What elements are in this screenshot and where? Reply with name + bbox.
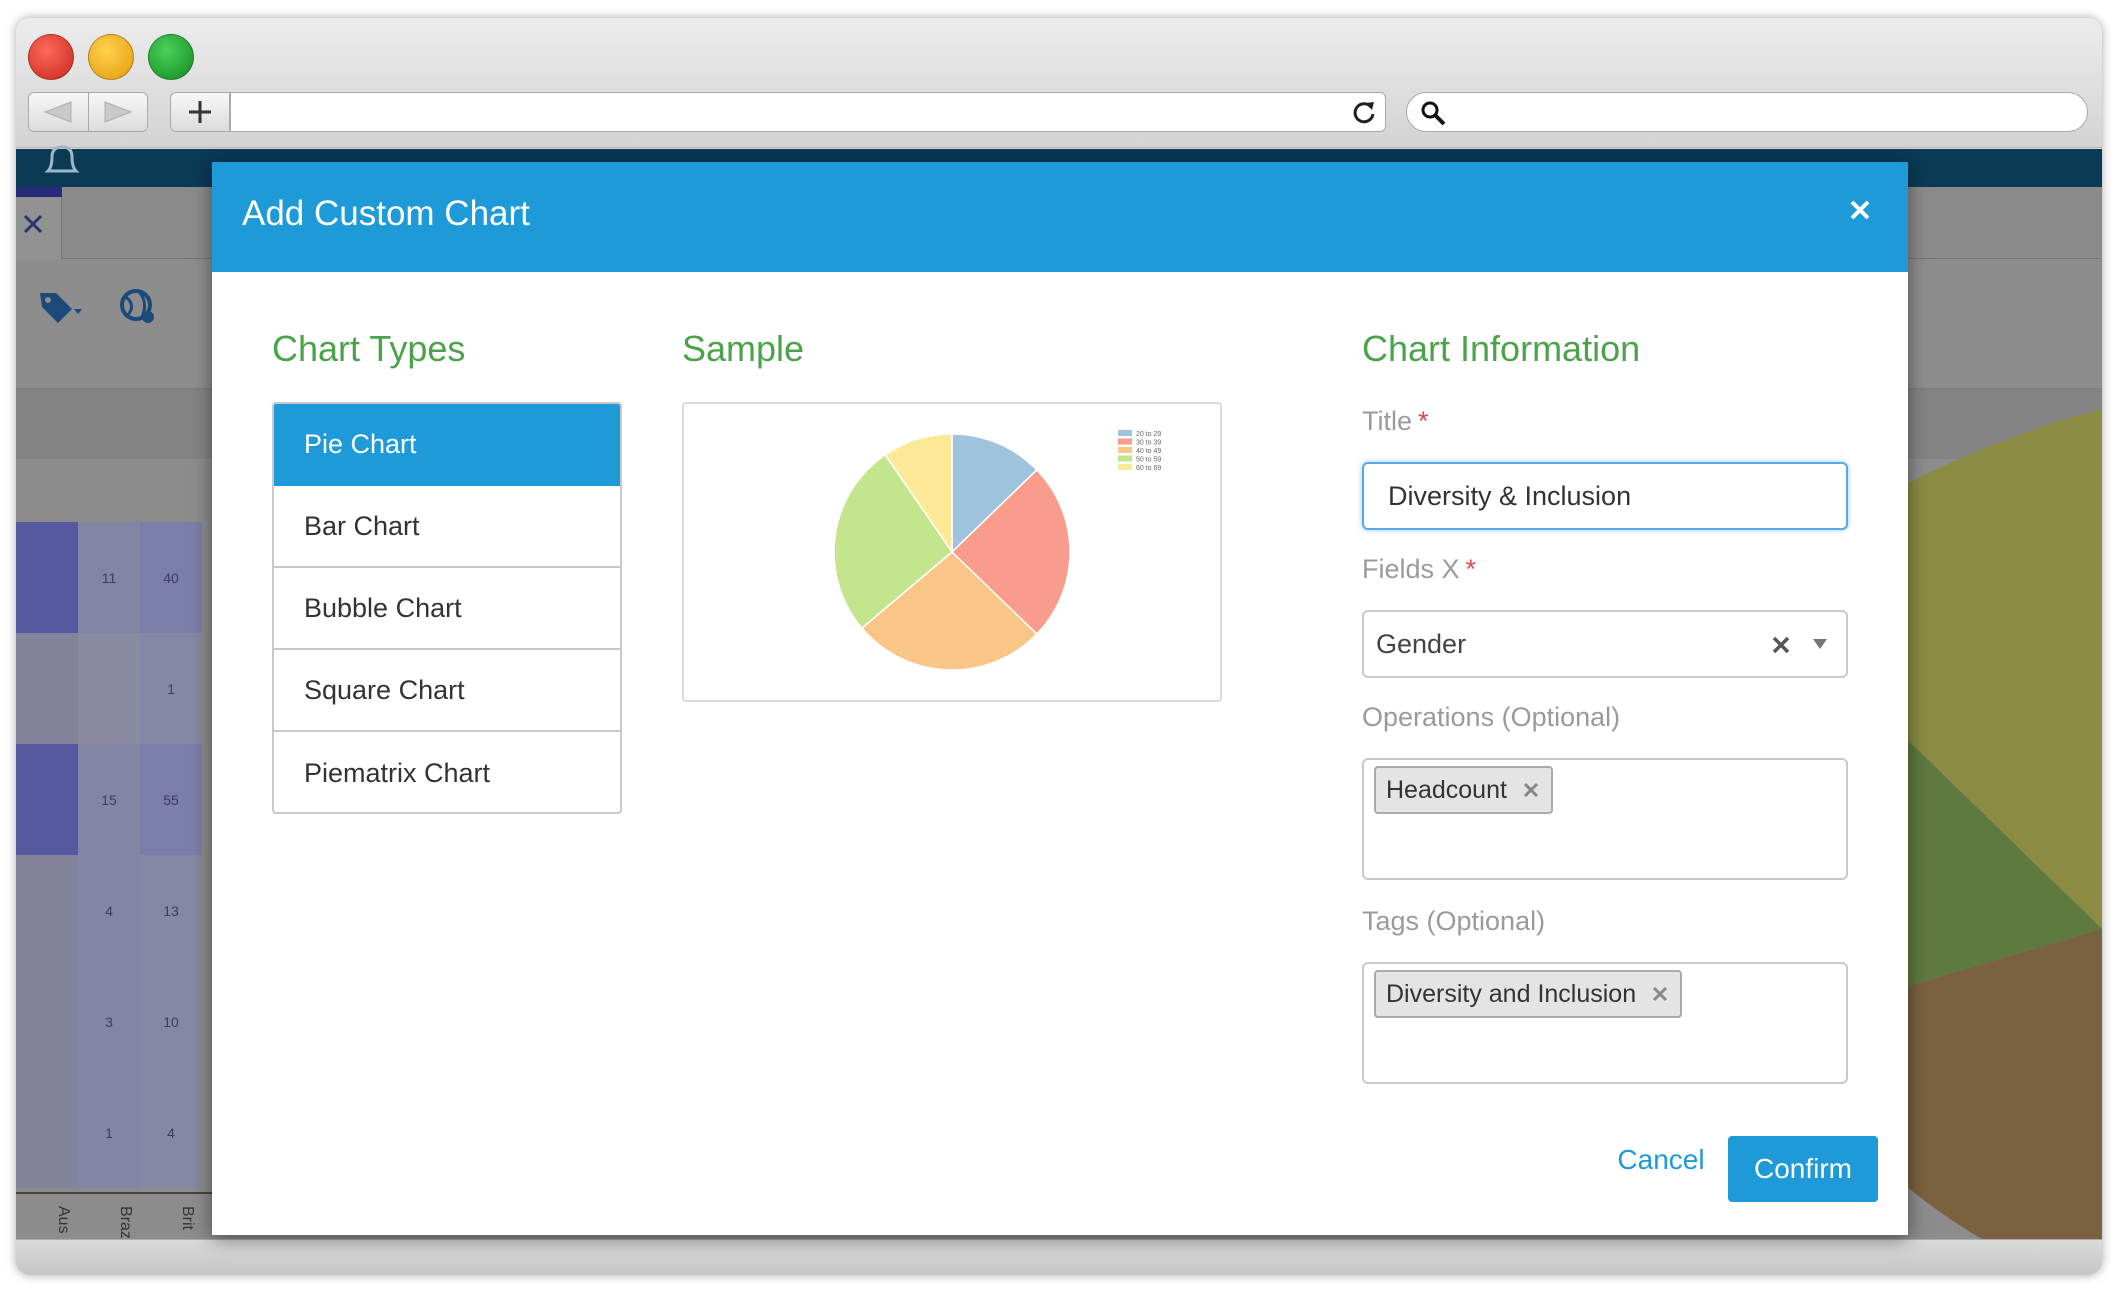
back-icon bbox=[43, 101, 72, 123]
window-maximize-icon[interactable] bbox=[148, 34, 194, 80]
heatmap-value: 1 bbox=[167, 680, 175, 697]
chart-types-heading: Chart Types bbox=[272, 328, 466, 369]
fields-x-selected-value: Gender bbox=[1376, 628, 1467, 659]
tags-label: Tags (Optional) bbox=[1362, 906, 1546, 936]
legend-label: 20 to 29 bbox=[1136, 431, 1161, 438]
app-tab[interactable] bbox=[16, 187, 62, 259]
required-marker: * bbox=[1465, 554, 1477, 584]
tag-chip: Diversity and Inclusion bbox=[1374, 970, 1683, 1018]
search-icon bbox=[1421, 101, 1446, 126]
chart-type-list: Pie Chart Bar Chart Bubble Chart Square Cha… bbox=[272, 402, 622, 814]
browser-status-bar bbox=[16, 1239, 2102, 1275]
sample-heading: Sample bbox=[682, 328, 805, 369]
add-custom-chart-modal: Add Custom Chart Chart Types Pie Chart Ba… bbox=[212, 162, 1908, 1235]
title-input[interactable] bbox=[1362, 462, 1848, 530]
back-button[interactable] bbox=[29, 93, 88, 131]
legend-label: 30 to 39 bbox=[1136, 440, 1161, 447]
legend-swatch bbox=[1118, 438, 1132, 445]
bell-icon[interactable] bbox=[40, 143, 84, 183]
sample-pie-chart: 20 to 29 30 to 3940 to 49 50 to 5960 to 69 bbox=[833, 430, 1161, 671]
chart-type-label: Square Chart bbox=[304, 674, 465, 705]
heatmap-cell bbox=[78, 633, 140, 744]
tab-close-icon[interactable] bbox=[20, 211, 46, 237]
address-bar[interactable] bbox=[230, 92, 1386, 132]
chip-remove-icon[interactable] bbox=[1521, 780, 1541, 800]
forward-icon bbox=[104, 101, 133, 123]
sample-chart-preview: 20 to 29 30 to 39 40 to 49 50 to 59 60 to 69 bbox=[682, 402, 1222, 702]
chart-type-label: Bar Chart bbox=[304, 510, 420, 541]
heatmap-axis-label: Brit bbox=[179, 1206, 196, 1230]
chart-type-item[interactable]: Bar Chart bbox=[274, 486, 620, 568]
title-label-text: Title bbox=[1362, 406, 1413, 436]
modal-title: Add Custom Chart bbox=[242, 194, 530, 233]
modal-header: Add Custom Chart bbox=[212, 162, 1908, 272]
window-close-icon[interactable] bbox=[28, 34, 74, 80]
heatmap-cell bbox=[16, 744, 78, 855]
heatmap-cell bbox=[16, 855, 78, 966]
chart-type-item[interactable]: Piematrix Chart bbox=[274, 732, 620, 812]
reload-icon[interactable] bbox=[1349, 98, 1379, 128]
browser-search-bar[interactable] bbox=[1406, 92, 2088, 132]
heatmap-axis-label: Aus bbox=[55, 1206, 72, 1234]
modal-close-button[interactable] bbox=[1840, 190, 1880, 230]
heatmap-axis: Aus Braz Brit bbox=[16, 1192, 216, 1242]
heatmap-value: 1 bbox=[105, 1124, 113, 1141]
fields-x-select[interactable]: Gender bbox=[1362, 610, 1848, 678]
history-nav bbox=[28, 92, 148, 132]
globe-icon[interactable] bbox=[118, 287, 158, 327]
heatmap-cell bbox=[16, 522, 78, 633]
forward-button[interactable] bbox=[87, 93, 148, 131]
chart-type-label: Bubble Chart bbox=[304, 592, 462, 623]
legend-swatch bbox=[1118, 447, 1132, 453]
plus-icon bbox=[189, 101, 211, 123]
fields-x-label-text: Fields X bbox=[1362, 554, 1460, 584]
tab-indicator bbox=[16, 187, 62, 197]
confirm-button[interactable]: Confirm bbox=[1728, 1136, 1878, 1202]
heatmap-value: 55 bbox=[163, 791, 179, 808]
heatmap-value: 4 bbox=[105, 902, 113, 919]
browser-titlebar bbox=[16, 18, 2102, 148]
chart-information-heading: Chart Information bbox=[1362, 328, 1641, 369]
heatmap-cell bbox=[16, 966, 78, 1077]
fields-x-label: Fields X * bbox=[1362, 554, 1476, 585]
heatmap-cell bbox=[16, 633, 78, 744]
tags-multiselect[interactable]: Diversity and Inclusion bbox=[1362, 962, 1848, 1084]
legend-label: 60 to 69 bbox=[1136, 465, 1161, 472]
window-minimize-icon[interactable] bbox=[88, 34, 134, 80]
close-icon bbox=[1850, 200, 1870, 220]
heatmap-value: 40 bbox=[163, 569, 179, 586]
heatmap-value: 4 bbox=[167, 1124, 175, 1141]
background-heatmap: 114011155541331014 bbox=[16, 522, 237, 1192]
heatmap-value: 13 bbox=[163, 902, 179, 919]
operation-chip: Headcount bbox=[1374, 766, 1553, 814]
required-marker: * bbox=[1418, 406, 1429, 436]
heatmap-cell bbox=[16, 1077, 78, 1188]
heatmap-value: 10 bbox=[163, 1013, 179, 1030]
legend-swatch bbox=[1118, 455, 1132, 462]
clear-icon[interactable] bbox=[1770, 634, 1792, 656]
title-label: Title * bbox=[1362, 406, 1429, 437]
chart-type-label: Piematrix Chart bbox=[304, 757, 491, 788]
cancel-button[interactable]: Cancel bbox=[1606, 1130, 1716, 1190]
legend-swatch bbox=[1118, 464, 1132, 470]
tag-icon[interactable] bbox=[36, 287, 84, 327]
chart-type-item[interactable]: Pie Chart bbox=[274, 404, 620, 486]
heatmap-value: 11 bbox=[101, 569, 117, 586]
operations-multiselect[interactable]: Headcount bbox=[1362, 758, 1848, 880]
legend-label: 40 to 49 bbox=[1136, 448, 1161, 455]
chart-type-item[interactable]: Square Chart bbox=[274, 650, 620, 732]
operations-label: Operations (Optional) bbox=[1362, 702, 1621, 732]
legend-label: 50 to 59 bbox=[1136, 457, 1161, 464]
chip-remove-icon[interactable] bbox=[1650, 984, 1670, 1004]
heatmap-value: 15 bbox=[101, 791, 117, 808]
heatmap-value: 3 bbox=[105, 1013, 113, 1030]
tag-chip-label: Diversity and Inclusion bbox=[1386, 979, 1637, 1008]
operation-chip-label: Headcount bbox=[1386, 775, 1507, 804]
heatmap-axis-label: Braz bbox=[117, 1206, 134, 1239]
legend-swatch bbox=[1118, 430, 1132, 436]
chevron-down-icon[interactable] bbox=[1812, 638, 1828, 650]
chart-type-label: Pie Chart bbox=[304, 428, 417, 459]
chart-type-item[interactable]: Bubble Chart bbox=[274, 568, 620, 650]
new-tab-button[interactable] bbox=[170, 92, 230, 132]
